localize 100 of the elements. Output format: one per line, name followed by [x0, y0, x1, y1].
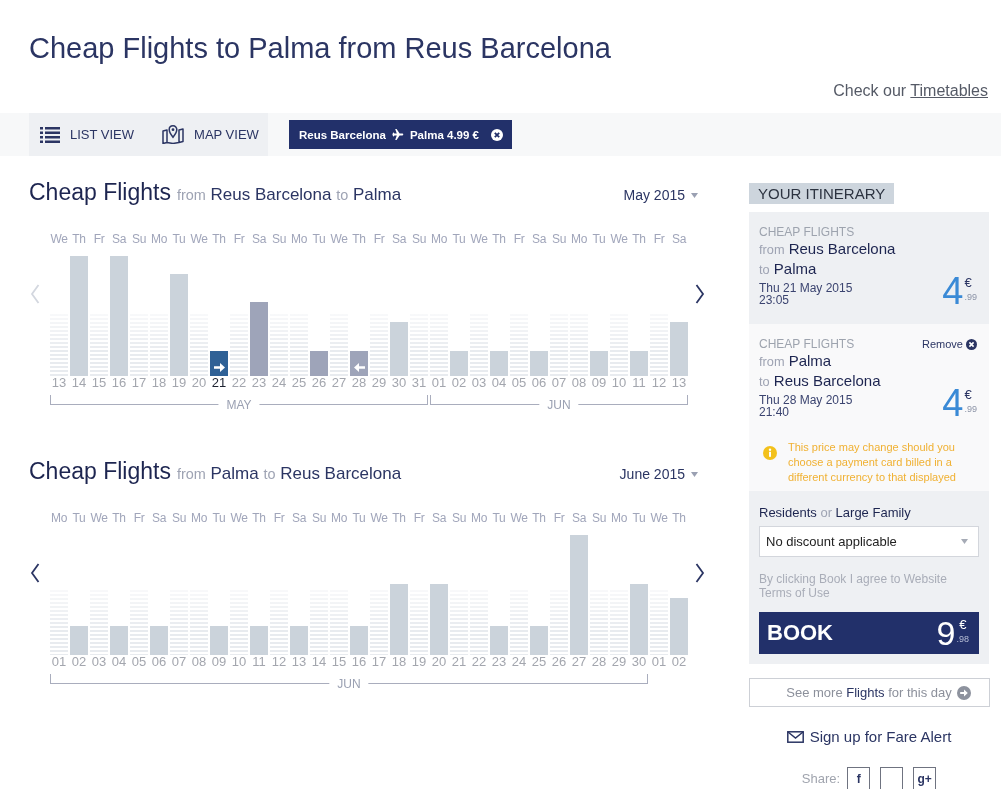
price-bar[interactable] — [490, 626, 508, 655]
weekday-label: Sa — [251, 232, 267, 246]
price-bar[interactable] — [150, 626, 168, 655]
flight-date: Thu 28 May 2015 — [759, 394, 854, 406]
date-label: 25 — [291, 376, 307, 390]
chevron-left-icon[interactable] — [30, 563, 40, 583]
price-bar[interactable] — [350, 626, 368, 655]
date-label: 13 — [51, 376, 67, 390]
weekday-label: Fr — [373, 232, 385, 246]
price-bar[interactable] — [630, 584, 648, 655]
weekday-label: Mo — [430, 232, 448, 246]
see-more-flights-button[interactable]: See more Flights for this day — [749, 678, 990, 707]
weekday-label: Mo — [190, 511, 208, 525]
price-bar[interactable] — [530, 351, 548, 376]
flight-date: Thu 21 May 2015 — [759, 282, 854, 294]
weekday-label: Mo — [610, 511, 628, 525]
weekday-label: Sa — [671, 232, 687, 246]
date-label: 18 — [391, 655, 407, 669]
weekday-label: Fr — [133, 511, 145, 525]
month-dropdown[interactable]: May 2015 — [623, 187, 698, 203]
weekday-label: Fr — [653, 232, 665, 246]
chart-title: Cheap Flights — [29, 179, 171, 205]
price-bar[interactable] — [110, 256, 128, 376]
price-bar[interactable] — [390, 322, 408, 376]
weekday-label: We — [370, 511, 388, 525]
list-view-button[interactable]: LIST VIEW — [40, 124, 135, 145]
price-bar[interactable] — [170, 274, 188, 376]
weekday-label: Mo — [150, 232, 168, 246]
price-whole: 4 — [942, 388, 964, 418]
price-bar[interactable] — [70, 256, 88, 376]
date-label: 05 — [131, 655, 147, 669]
date-label: 30 — [631, 655, 647, 669]
weekday-label: We — [230, 511, 248, 525]
price-bar[interactable] — [570, 535, 588, 655]
weekday-label: Sa — [531, 232, 547, 246]
date-label: 05 — [511, 376, 527, 390]
envelope-icon — [786, 731, 804, 743]
date-label: 04 — [111, 655, 127, 669]
date-label: 03 — [91, 655, 107, 669]
flight-time: 23:05 — [759, 294, 791, 306]
price-bar[interactable] — [250, 302, 268, 376]
price-bar[interactable] — [590, 351, 608, 376]
date-label: 23 — [491, 655, 507, 669]
weekday-label: We — [50, 232, 68, 246]
weekday-label: Su — [171, 511, 187, 525]
date-label: 06 — [151, 655, 167, 669]
weekday-label: Tu — [632, 511, 646, 525]
fare-alert-link[interactable]: Sign up for Fare Alert — [786, 727, 952, 747]
weekday-label: Th — [252, 511, 266, 525]
date-label: 06 — [531, 376, 547, 390]
date-label: 14 — [311, 655, 327, 669]
terms-text: By clicking Book I agree to Website Terms of Use — [759, 572, 948, 600]
price-bar[interactable] — [430, 584, 448, 655]
weekday-label: Sa — [571, 511, 587, 525]
month-dropdown[interactable]: June 2015 — [619, 466, 698, 482]
weekday-label: Th — [72, 232, 86, 246]
price-currency: € — [964, 276, 973, 289]
price-bar[interactable] — [210, 626, 228, 655]
share-button[interactable] — [880, 767, 904, 789]
weekday-label: Fr — [413, 511, 425, 525]
weekday-label: Tu — [592, 232, 606, 246]
price-bar[interactable] — [110, 626, 128, 655]
price-bar[interactable] — [390, 584, 408, 655]
date-label: 04 — [491, 376, 507, 390]
price-bar[interactable] — [490, 351, 508, 376]
price-bar[interactable] — [290, 626, 308, 655]
weekday-label: Th — [352, 232, 366, 246]
route-filter-chip[interactable]: Reus Barcelona Palma 4.99 € — [289, 120, 512, 149]
date-label: 12 — [651, 376, 667, 390]
price-bar[interactable] — [310, 351, 328, 376]
price-cents: .99 — [964, 404, 977, 415]
weekday-label: Fr — [553, 511, 565, 525]
price-bar[interactable] — [630, 351, 648, 376]
discount-select[interactable]: No discount applicable — [759, 526, 979, 557]
price-bar[interactable] — [70, 626, 88, 655]
share-button[interactable]: g+ — [913, 767, 937, 789]
weekday-label: Sa — [431, 511, 447, 525]
weekday-label: Fr — [233, 232, 245, 246]
date-label: 26 — [311, 376, 327, 390]
price-bar[interactable] — [670, 322, 688, 376]
date-label: 29 — [371, 376, 387, 390]
chevron-right-icon[interactable] — [695, 284, 705, 304]
info-icon — [763, 446, 777, 460]
weekday-label: Su — [451, 511, 467, 525]
map-view-button[interactable]: MAP VIEW — [162, 124, 259, 145]
return-price-bar[interactable] — [350, 351, 368, 376]
close-icon[interactable] — [491, 128, 503, 141]
chevron-right-icon[interactable] — [695, 563, 705, 583]
price-bar[interactable] — [250, 626, 268, 655]
price-bar[interactable] — [670, 598, 688, 655]
price-bar[interactable] — [450, 351, 468, 376]
date-label: 27 — [571, 655, 587, 669]
remove-link[interactable]: Remove — [922, 337, 977, 351]
date-label: 10 — [611, 376, 627, 390]
weekday-label: Tu — [312, 232, 326, 246]
outbound-price-bar[interactable] — [210, 351, 228, 376]
weekday-label: Fr — [93, 232, 105, 246]
timetables-link[interactable]: Timetables — [910, 82, 988, 99]
price-bar[interactable] — [530, 626, 548, 655]
share-button[interactable]: f — [847, 767, 871, 789]
